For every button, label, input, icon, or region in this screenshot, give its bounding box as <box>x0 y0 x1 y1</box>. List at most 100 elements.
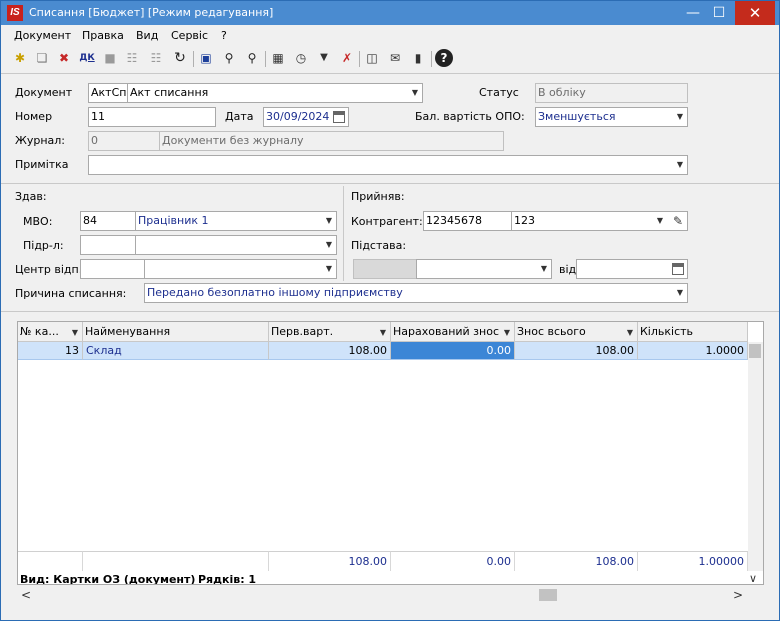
total-quantity: 1.00000 <box>638 551 748 571</box>
counterparty-name-select[interactable]: 123 ▼ ✎ <box>511 211 688 231</box>
writeoff-reason-select[interactable]: Передано безоплатно іншому підприємству … <box>144 283 688 303</box>
menu-document[interactable]: Документ <box>14 29 71 42</box>
column-header-total-wear[interactable]: Знос всього ▼ <box>515 322 638 342</box>
cell-quantity[interactable]: 1.0000 <box>638 342 748 360</box>
toolbar-separator <box>265 51 266 67</box>
search-next-icon[interactable]: ⚲ <box>243 49 261 67</box>
delete-icon[interactable]: ✖ <box>55 49 73 67</box>
note-label: Примітка <box>15 158 69 171</box>
chevron-down-icon[interactable]: ▼ <box>657 212 663 230</box>
barcode-icon[interactable]: ▮ <box>409 49 427 67</box>
chevron-down-icon[interactable]: ▼ <box>72 323 78 341</box>
basis-name-select[interactable]: ▼ <box>416 259 552 279</box>
balance-value-select[interactable]: Зменшується ▼ <box>535 107 688 127</box>
horizontal-scroll-thumb[interactable] <box>539 589 557 601</box>
chevron-down-icon[interactable]: ▼ <box>504 323 510 341</box>
total-initial-value: 108.00 <box>269 551 391 571</box>
window-title: Списання [Бюджет] [Режим редагування] <box>29 6 274 19</box>
menu-help[interactable]: ? <box>221 29 227 42</box>
menu-view[interactable]: Вид <box>136 29 158 42</box>
scroll-down-icon[interactable]: ∨ <box>749 572 757 584</box>
save-icon[interactable]: ▣ <box>197 49 215 67</box>
close-button[interactable]: ✕ <box>735 1 775 25</box>
chevron-down-icon[interactable]: ▼ <box>677 108 683 126</box>
chevron-down-icon[interactable]: ▼ <box>326 212 332 230</box>
cell-initial-value[interactable]: 108.00 <box>269 342 391 360</box>
cell-total-wear[interactable]: 108.00 <box>515 342 638 360</box>
writeoff-reason-label: Причина списання: <box>15 287 127 300</box>
calendar-icon[interactable] <box>672 263 684 275</box>
document-label: Документ <box>15 86 73 99</box>
mvo-code-field[interactable]: 84 <box>80 211 136 231</box>
chevron-down-icon[interactable]: ▼ <box>677 156 683 174</box>
chevron-down-icon[interactable]: ▼ <box>412 84 418 102</box>
date-field[interactable]: 30/09/2024 <box>263 107 349 127</box>
chevron-down-icon[interactable]: ▼ <box>326 260 332 278</box>
mvo-name-select[interactable]: Працівник 1 ▼ <box>135 211 337 231</box>
menu-edit[interactable]: Правка <box>82 29 124 42</box>
responsibility-center-name-select[interactable]: ▼ <box>144 259 337 279</box>
cell-accrued-wear[interactable]: 0.00 <box>391 342 515 360</box>
clock-icon[interactable]: ◷ <box>292 49 310 67</box>
maximize-button[interactable]: ☐ <box>707 1 731 25</box>
column-header-name[interactable]: Найменування <box>83 322 269 342</box>
counterparty-code-field[interactable]: 12345678 <box>423 211 512 231</box>
column-header-quantity[interactable]: Кількість <box>638 322 748 342</box>
total-total-wear: 108.00 <box>515 551 638 571</box>
journal-name-field: Документи без журналу <box>159 131 504 151</box>
chevron-down-icon[interactable]: ▼ <box>677 284 683 302</box>
mail-icon[interactable]: ✉ <box>386 49 404 67</box>
balance-value-text: Зменшується <box>538 110 616 123</box>
new-icon[interactable]: ✱ <box>11 49 29 67</box>
move-icon[interactable]: ■ <box>101 49 119 67</box>
column-header-card-no[interactable]: № ка... ▼ <box>18 322 83 342</box>
menu-bar: Документ Правка Вид Сервіс ? <box>1 27 779 45</box>
toolbar: ✱ ❏ ✖ ДК ■ ☷ ☷ ↻ ▣ ⚲ ⚲ ▦ ◷ ▼ ✗ ◫ ✉ ▮ ? <box>1 46 779 72</box>
basis-code-field[interactable] <box>353 259 417 279</box>
scroll-left-icon[interactable]: < <box>21 588 31 602</box>
chevron-down-icon[interactable]: ▼ <box>380 323 386 341</box>
horizontal-scrollbar[interactable]: < > <box>17 586 747 604</box>
vertical-scroll-thumb[interactable] <box>749 344 761 358</box>
department-name-select[interactable]: ▼ <box>135 235 337 255</box>
chevron-down-icon[interactable]: ▼ <box>627 323 633 341</box>
vertical-scrollbar[interactable] <box>748 342 763 571</box>
app-logo-icon: IS <box>7 5 23 21</box>
mvo-name-value: Працівник 1 <box>138 214 209 227</box>
responsibility-center-label: Центр відп.: <box>15 263 86 276</box>
from-date-field[interactable] <box>576 259 688 279</box>
grid-row-count: Рядків: 1 <box>198 573 257 585</box>
cell-card-no[interactable]: 13 <box>18 342 83 360</box>
scroll-right-icon[interactable]: > <box>733 588 743 602</box>
calendar-icon[interactable] <box>333 111 345 123</box>
chevron-down-icon[interactable]: ▼ <box>326 236 332 254</box>
document-type-select[interactable]: Акт списання ▼ <box>127 83 423 103</box>
filter-icon[interactable]: ▼ <box>315 49 333 67</box>
filter-clear-icon[interactable]: ✗ <box>338 49 356 67</box>
column-header-accrued-wear[interactable]: Нарахований знос ▼ <box>391 322 515 342</box>
department-code-field[interactable] <box>80 235 136 255</box>
refresh-icon[interactable]: ↻ <box>171 49 189 67</box>
document-code-field[interactable]: АктСп <box>88 83 128 103</box>
cell-name[interactable]: Склад <box>83 342 269 360</box>
status-field: В обліку <box>535 83 688 103</box>
minimize-button[interactable]: — <box>681 1 705 25</box>
responsibility-center-code-field[interactable] <box>80 259 145 279</box>
chevron-down-icon[interactable]: ▼ <box>541 260 547 278</box>
help-icon[interactable]: ? <box>435 49 453 67</box>
counterparty-name-value: 123 <box>514 214 535 227</box>
edit-pencil-icon[interactable]: ✎ <box>673 212 683 230</box>
table-icon[interactable]: ▦ <box>269 49 287 67</box>
search-icon[interactable]: ⚲ <box>220 49 238 67</box>
department-label: Підр-л: <box>23 239 64 252</box>
note-select[interactable]: ▼ <box>88 155 688 175</box>
number-field[interactable]: 11 <box>88 107 216 127</box>
document-icon[interactable]: ◫ <box>363 49 381 67</box>
tree-down-icon[interactable]: ☷ <box>147 49 165 67</box>
menu-service[interactable]: Сервіс <box>171 29 208 42</box>
column-header-initial-value[interactable]: Перв.варт. ▼ <box>269 322 391 342</box>
title-bar: IS Списання [Бюджет] [Режим редагування]… <box>1 1 779 25</box>
copy-icon[interactable]: ❏ <box>33 49 51 67</box>
dk-button[interactable]: ДК <box>77 49 97 67</box>
tree-icon[interactable]: ☷ <box>123 49 141 67</box>
